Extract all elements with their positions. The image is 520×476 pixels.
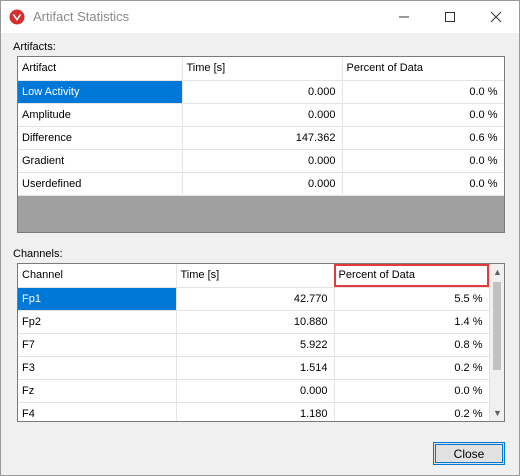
channel-name-cell[interactable]: Fp1 — [18, 287, 177, 311]
minimize-icon — [399, 16, 409, 18]
table-row[interactable]: Fz 0.000 0.0 % — [18, 379, 490, 403]
channel-percent-cell[interactable]: 0.0 % — [334, 379, 490, 403]
close-button[interactable]: Close — [433, 442, 505, 465]
channel-name-cell[interactable]: F3 — [18, 356, 177, 380]
artifact-time-cell[interactable]: 0.000 — [182, 103, 343, 127]
artifact-time-cell[interactable]: 147.362 — [182, 126, 343, 150]
channel-percent-cell[interactable]: 0.2 % — [334, 402, 490, 421]
table-header-row: Channel Time [s] Percent of Data — [18, 264, 490, 288]
artifact-name-cell[interactable]: Amplitude — [18, 103, 183, 127]
scrollbar-thumb[interactable] — [493, 282, 501, 370]
artifact-percent-cell[interactable]: 0.0 % — [342, 103, 504, 127]
artifacts-table[interactable]: Artifact Time [s] Percent of Data Low Ac… — [17, 56, 505, 233]
channels-table[interactable]: Channel Time [s] Percent of Data Fp1 42.… — [17, 263, 505, 422]
table-row[interactable]: Fp2 10.880 1.4 % — [18, 310, 490, 334]
channels-scrollbar[interactable]: ▲ ▼ — [489, 264, 504, 421]
channel-percent-cell[interactable]: 1.4 % — [334, 310, 490, 334]
artifact-percent-cell[interactable]: 0.6 % — [342, 126, 504, 150]
channel-name-cell[interactable]: Fp2 — [18, 310, 177, 334]
channel-time-cell[interactable]: 42.770 — [176, 287, 335, 311]
column-header-time[interactable]: Time [s] — [176, 264, 335, 288]
table-header-row: Artifact Time [s] Percent of Data — [18, 57, 504, 81]
table-row[interactable]: F7 5.922 0.8 % — [18, 333, 490, 357]
window-close-button[interactable] — [473, 1, 519, 33]
artifact-percent-cell[interactable]: 0.0 % — [342, 80, 504, 104]
artifact-name-cell[interactable]: Gradient — [18, 149, 183, 173]
artifact-time-cell[interactable]: 0.000 — [182, 149, 343, 173]
channel-percent-cell[interactable]: 0.2 % — [334, 356, 490, 380]
table-row[interactable]: Amplitude 0.000 0.0 % — [18, 103, 504, 127]
table-row[interactable]: Userdefined 0.000 0.0 % — [18, 172, 504, 196]
maximize-icon — [445, 12, 455, 22]
channel-percent-cell[interactable]: 5.5 % — [334, 287, 490, 311]
title-bar[interactable]: Artifact Statistics — [1, 1, 519, 33]
artifact-time-cell[interactable]: 0.000 — [182, 80, 343, 104]
table-row[interactable]: F3 1.514 0.2 % — [18, 356, 490, 380]
table-row[interactable]: Gradient 0.000 0.0 % — [18, 149, 504, 173]
table-row[interactable]: F4 1.180 0.2 % — [18, 402, 490, 421]
channel-time-cell[interactable]: 0.000 — [176, 379, 335, 403]
scroll-up-arrow-icon[interactable]: ▲ — [490, 264, 504, 280]
artifact-statistics-window: Artifact Statistics Artifacts: Artifact … — [0, 0, 520, 476]
column-header-artifact[interactable]: Artifact — [18, 57, 183, 81]
artifact-name-cell[interactable]: Difference — [18, 126, 183, 150]
channel-name-cell[interactable]: Fz — [18, 379, 177, 403]
window-title: Artifact Statistics — [33, 9, 130, 24]
close-icon — [490, 11, 502, 23]
artifact-name-cell[interactable]: Low Activity — [18, 80, 183, 104]
channel-time-cell[interactable]: 10.880 — [176, 310, 335, 334]
minimize-button[interactable] — [381, 1, 427, 33]
scroll-down-arrow-icon[interactable]: ▼ — [490, 405, 504, 421]
channel-name-cell[interactable]: F7 — [18, 333, 177, 357]
artifacts-group-label: Artifacts: — [13, 41, 56, 53]
channel-percent-cell[interactable]: 0.8 % — [334, 333, 490, 357]
channel-time-cell[interactable]: 1.514 — [176, 356, 335, 380]
channel-time-cell[interactable]: 5.922 — [176, 333, 335, 357]
artifact-percent-cell[interactable]: 0.0 % — [342, 172, 504, 196]
channel-time-cell[interactable]: 1.180 — [176, 402, 335, 421]
table-row[interactable]: Fp1 42.770 5.5 % — [18, 287, 490, 311]
maximize-button[interactable] — [427, 1, 473, 33]
artifact-name-cell[interactable]: Userdefined — [18, 172, 183, 196]
channels-group-label: Channels: — [13, 248, 63, 260]
table-row[interactable]: Difference 147.362 0.6 % — [18, 126, 504, 150]
column-header-percent[interactable]: Percent of Data — [334, 264, 490, 288]
table-row[interactable]: Low Activity 0.000 0.0 % — [18, 80, 504, 104]
column-header-time[interactable]: Time [s] — [182, 57, 343, 81]
artifact-time-cell[interactable]: 0.000 — [182, 172, 343, 196]
channel-name-cell[interactable]: F4 — [18, 402, 177, 421]
column-header-channel[interactable]: Channel — [18, 264, 177, 288]
app-logo-icon — [9, 9, 25, 25]
column-header-percent[interactable]: Percent of Data — [342, 57, 504, 81]
artifact-percent-cell[interactable]: 0.0 % — [342, 149, 504, 173]
